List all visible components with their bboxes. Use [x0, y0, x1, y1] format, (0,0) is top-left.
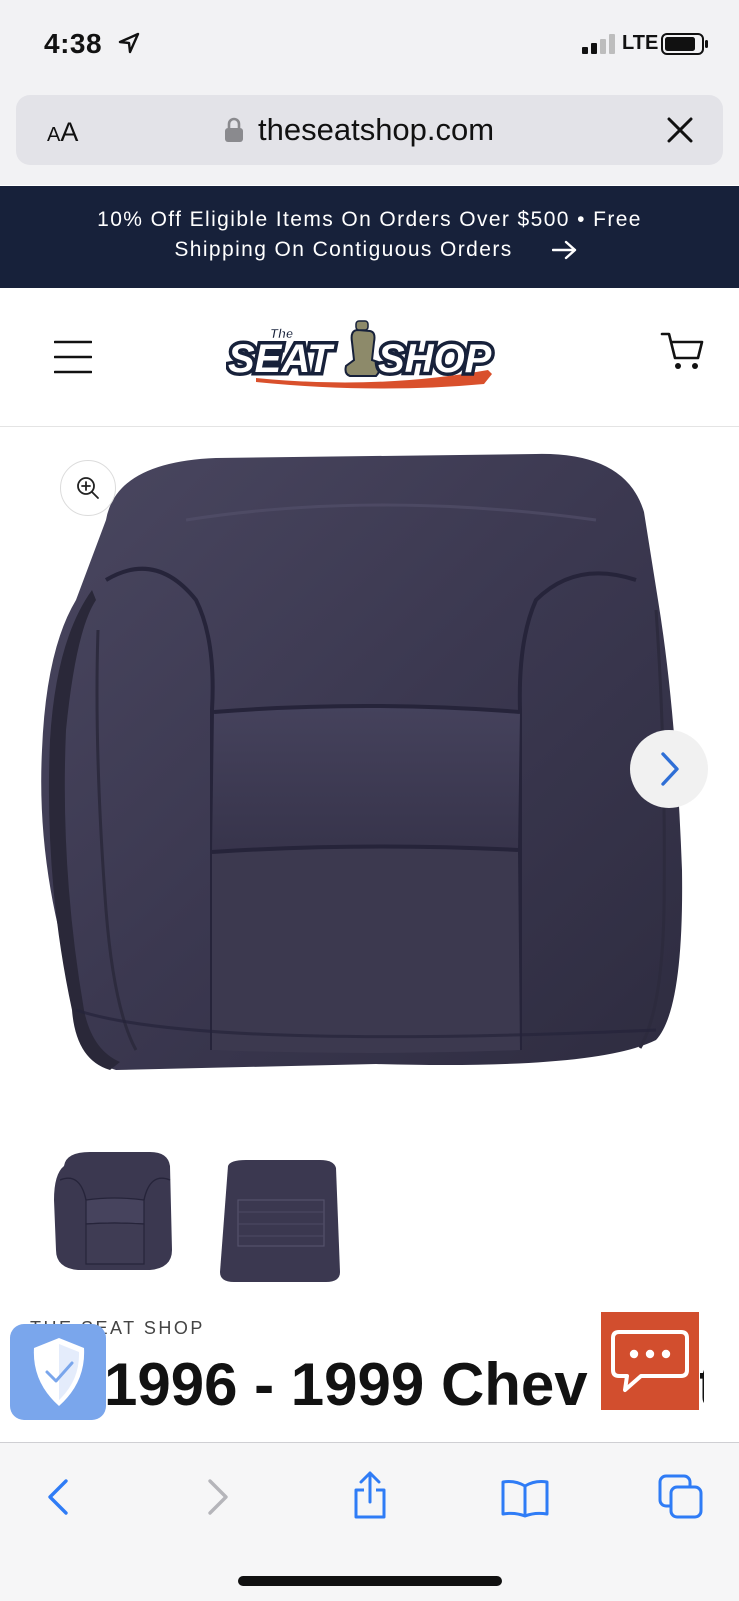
- location-arrow-icon: [118, 32, 140, 54]
- announcement-text-line2[interactable]: Shipping On Contiguous Orders: [0, 238, 739, 262]
- thumbnail-front[interactable]: [50, 1150, 178, 1272]
- lock-icon: [225, 117, 243, 142]
- chat-button[interactable]: [601, 1312, 699, 1410]
- forward-icon[interactable]: [204, 1478, 232, 1516]
- product-image[interactable]: [36, 450, 716, 1090]
- arrow-right-icon: [552, 240, 577, 260]
- logo-seat: SEAT: [228, 337, 335, 381]
- logo-seat-icon: [344, 320, 381, 377]
- site-logo[interactable]: The SEAT SHOP: [226, 320, 514, 394]
- next-image-button[interactable]: [630, 730, 708, 808]
- announcement-text-line1[interactable]: 10% Off Eligible Items On Orders Over $5…: [0, 208, 739, 232]
- text-size-button[interactable]: AA: [47, 117, 78, 148]
- cart-icon[interactable]: [660, 328, 704, 372]
- logo-shop: SHOP: [378, 337, 492, 381]
- battery-icon: [661, 33, 708, 55]
- network-label: LTE: [622, 32, 659, 54]
- home-indicator: [238, 1576, 502, 1586]
- chevron-right-icon: [661, 752, 679, 786]
- signal-icon: [582, 34, 615, 54]
- status-time: 4:38: [44, 28, 103, 59]
- share-icon[interactable]: [350, 1470, 390, 1520]
- tabs-icon[interactable]: [658, 1474, 704, 1520]
- chat-icon: [611, 1330, 689, 1392]
- text-size-large-a: A: [60, 117, 79, 147]
- bookmarks-icon[interactable]: [500, 1478, 550, 1518]
- shield-check-icon: [33, 1338, 85, 1406]
- menu-icon[interactable]: [54, 340, 92, 374]
- text-size-small-a: A: [47, 124, 61, 146]
- back-icon[interactable]: [44, 1478, 72, 1516]
- zoom-icon: [77, 477, 99, 499]
- announcement-bar[interactable]: [0, 186, 739, 288]
- close-icon[interactable]: [666, 116, 694, 144]
- zoom-button[interactable]: [60, 460, 116, 516]
- url-text[interactable]: theseatshop.com: [258, 112, 494, 148]
- thumbnail-back[interactable]: [216, 1160, 344, 1282]
- announcement-line2-text: Shipping On Contiguous Orders: [174, 238, 513, 261]
